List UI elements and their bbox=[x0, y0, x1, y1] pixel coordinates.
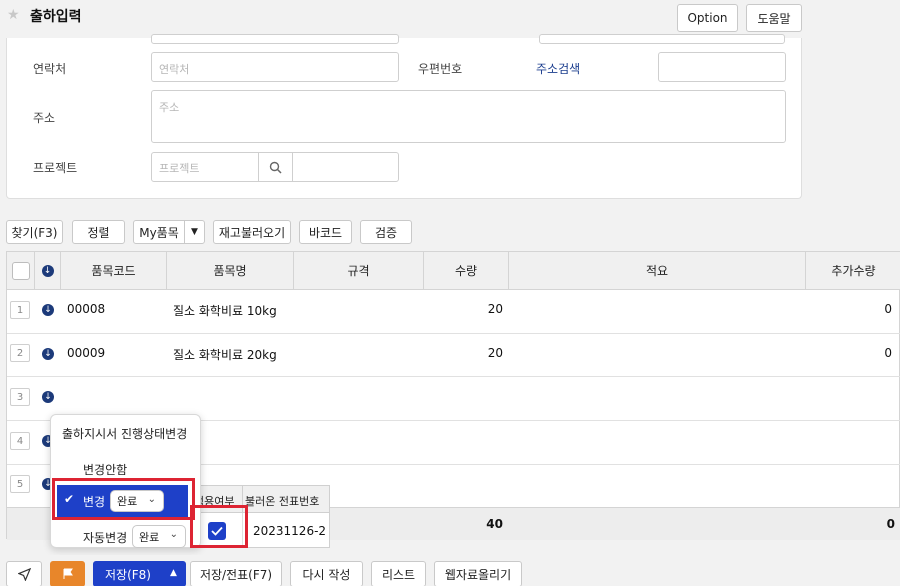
address-search-link[interactable]: 주소검색 bbox=[536, 60, 580, 77]
help-button[interactable]: 도움말 bbox=[746, 4, 802, 32]
partial-field-right[interactable] bbox=[539, 34, 785, 44]
row-number[interactable]: 3 bbox=[10, 388, 30, 406]
option-auto-change[interactable]: 자동변경 bbox=[83, 529, 127, 546]
project-input[interactable]: 프로젝트 bbox=[151, 152, 259, 182]
col-spec[interactable]: 규격 bbox=[294, 252, 424, 290]
row-number[interactable]: 2 bbox=[10, 344, 30, 362]
form-panel: 연락처 연락처 우편번호 주소검색 주소 주소 프로젝트 프로젝트 bbox=[6, 34, 802, 199]
verify-button[interactable]: 검증 bbox=[360, 220, 412, 244]
extra-qty-cell[interactable]: 0 bbox=[806, 346, 892, 360]
select-all-checkbox[interactable] bbox=[11, 261, 30, 280]
partial-field[interactable] bbox=[151, 34, 399, 44]
find-button[interactable]: 찾기(F3) bbox=[6, 220, 63, 244]
col-voucher-no: 불러온 전표번호 bbox=[245, 495, 320, 508]
item-code-cell[interactable]: 00008 bbox=[67, 302, 105, 316]
header-download[interactable]: ↓ bbox=[35, 252, 61, 290]
download-icon[interactable]: ↓ bbox=[42, 348, 54, 360]
barcode-button[interactable]: 바코드 bbox=[299, 220, 352, 244]
download-icon[interactable]: ↓ bbox=[42, 304, 54, 316]
address-label: 주소 bbox=[33, 111, 56, 125]
postcode-input[interactable] bbox=[658, 52, 786, 82]
extra-qty-cell[interactable]: 0 bbox=[806, 302, 892, 316]
project-name-field[interactable] bbox=[292, 152, 399, 182]
myitems-button[interactable]: My품목 bbox=[133, 220, 185, 244]
auto-change-value: 완료 bbox=[139, 530, 160, 544]
col-item-name[interactable]: 품목명 bbox=[167, 252, 294, 290]
save-voucher-button[interactable]: 저장/전표(F7) bbox=[190, 561, 282, 586]
flag-icon bbox=[63, 568, 73, 579]
popup-title: 출하지시서 진행상태변경 bbox=[62, 427, 188, 441]
project-search-button[interactable] bbox=[258, 152, 293, 182]
col-extra-qty[interactable]: 추가수량 bbox=[806, 252, 900, 290]
myitems-dropdown-button[interactable]: ▼ bbox=[184, 220, 205, 244]
row-number[interactable]: 1 bbox=[10, 301, 30, 319]
send-button[interactable] bbox=[6, 561, 42, 586]
reload-stock-button[interactable]: 재고불러오기 bbox=[213, 220, 291, 244]
address-placeholder: 주소 bbox=[159, 101, 180, 114]
contact-placeholder: 연락처 bbox=[159, 63, 190, 76]
project-placeholder: 프로젝트 bbox=[159, 162, 200, 175]
contact-label: 연락처 bbox=[33, 62, 67, 76]
download-icon[interactable]: ↓ bbox=[42, 391, 54, 403]
title-bar: ★ 출하입력 Option 도움말 bbox=[0, 0, 900, 38]
header-select-all[interactable] bbox=[7, 252, 35, 290]
row-number[interactable]: 4 bbox=[10, 432, 30, 450]
option-button[interactable]: Option bbox=[677, 4, 738, 32]
page-title: 출하입력 bbox=[30, 9, 82, 25]
address-input[interactable]: 주소 bbox=[151, 90, 786, 143]
voucher-number[interactable]: 20231126-2 bbox=[253, 524, 326, 538]
col-qty[interactable]: 수량 bbox=[424, 252, 509, 290]
option-no-change[interactable]: 변경안함 bbox=[83, 461, 127, 478]
item-name-cell[interactable]: 질소 화학비료 10kg bbox=[173, 302, 277, 319]
chevron-down-icon: ⌄ bbox=[169, 529, 178, 540]
caret-down-icon: ▼ bbox=[191, 227, 198, 237]
sort-button[interactable]: 정렬 bbox=[72, 220, 125, 244]
contact-input[interactable]: 연락처 bbox=[151, 52, 399, 82]
favorite-star-icon[interactable]: ★ bbox=[7, 7, 20, 23]
qty-cell[interactable]: 20 bbox=[424, 346, 503, 360]
caret-up-icon: ▲ bbox=[170, 568, 177, 578]
qty-cell[interactable]: 20 bbox=[424, 302, 503, 316]
item-name-cell[interactable]: 질소 화학비료 20kg bbox=[173, 346, 277, 363]
download-icon: ↓ bbox=[41, 264, 54, 277]
list-button[interactable]: 리스트 bbox=[371, 561, 426, 586]
col-remarks[interactable]: 적요 bbox=[509, 252, 806, 290]
save-button-label: 저장(F8) bbox=[105, 567, 151, 582]
col-item-code[interactable]: 품목코드 bbox=[61, 252, 167, 290]
total-extra-qty: 0 bbox=[886, 517, 895, 531]
highlight-box-apply-checkbox bbox=[190, 505, 248, 548]
web-upload-button[interactable]: 웹자료올리기 bbox=[434, 561, 522, 586]
highlight-box-change-option bbox=[52, 478, 195, 520]
item-code-cell[interactable]: 00009 bbox=[67, 346, 105, 360]
paper-plane-icon bbox=[17, 567, 31, 581]
auto-change-select[interactable]: 완료 ⌄ bbox=[132, 525, 186, 548]
search-icon bbox=[269, 161, 282, 174]
postcode-label: 우편번호 bbox=[418, 62, 463, 76]
row-number[interactable]: 5 bbox=[10, 475, 30, 493]
rewrite-button[interactable]: 다시 작성 bbox=[290, 561, 363, 586]
total-qty: 40 bbox=[486, 517, 503, 531]
flag-button[interactable] bbox=[50, 561, 85, 586]
project-label: 프로젝트 bbox=[33, 161, 78, 175]
save-button[interactable]: 저장(F8) ▲ bbox=[93, 561, 186, 586]
